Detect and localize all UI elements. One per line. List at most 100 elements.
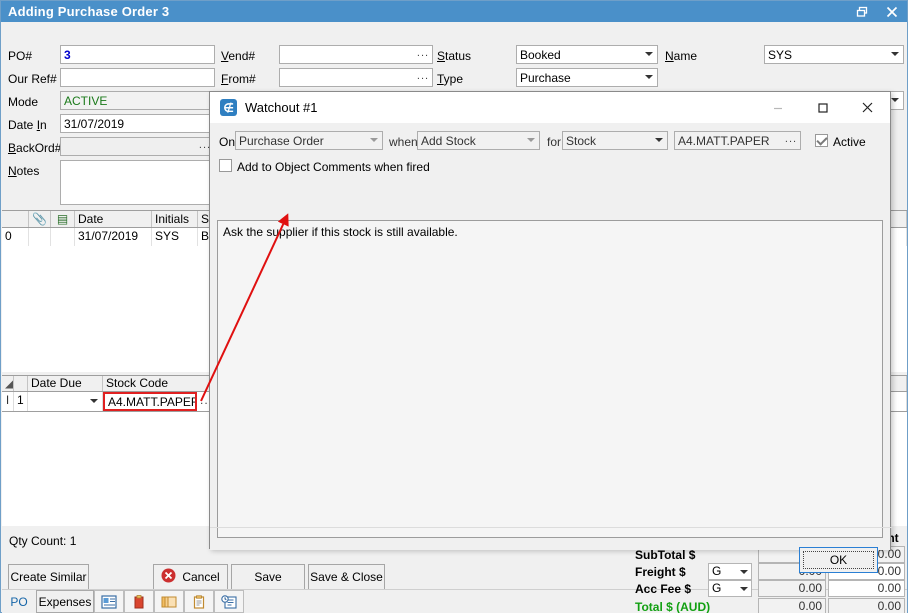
- mode-field: ACTIVE: [60, 91, 215, 110]
- date-in-field[interactable]: 31/07/2019: [60, 114, 215, 133]
- lines-col-amount[interactable]: [891, 376, 907, 391]
- label-vend-number: Vend#: [221, 49, 256, 63]
- watchout-icon: ∉: [220, 99, 237, 116]
- save-button[interactable]: Save: [231, 564, 305, 590]
- acc-fee-label: Acc Fee $: [635, 582, 692, 596]
- label-status: Status: [437, 49, 472, 63]
- label-our-ref: Our Ref#: [8, 72, 57, 86]
- total-label: Total $ (AUD): [635, 600, 711, 613]
- grid-corner-icon[interactable]: ◢: [2, 376, 14, 391]
- label-type: Type: [437, 72, 464, 86]
- when-select[interactable]: Add Stock: [417, 131, 540, 150]
- watchout-title: Watchout #1: [245, 100, 318, 115]
- cell-stock-code[interactable]: A4.MATT.PAPER: [103, 392, 197, 411]
- chevron-down-icon: [740, 587, 748, 591]
- copy-icon[interactable]: [154, 590, 184, 613]
- cancel-icon: [161, 568, 176, 586]
- object-field[interactable]: A4.MATT.PAPER ...: [674, 131, 801, 150]
- tab-expenses[interactable]: Expenses: [36, 590, 94, 613]
- cell-amount: [891, 392, 907, 411]
- on-select[interactable]: Purchase Order: [235, 131, 383, 150]
- acc-fee-tax-select[interactable]: G: [708, 580, 752, 597]
- details-icon[interactable]: [94, 590, 124, 613]
- cancel-button[interactable]: Cancel: [153, 564, 228, 590]
- label-po-number: PO#: [8, 49, 33, 63]
- label-notes: Notes: [8, 164, 40, 178]
- attachment-icon[interactable]: 📎: [29, 211, 51, 227]
- clipboard-icon[interactable]: [184, 590, 214, 613]
- add-comments-checkbox[interactable]: [219, 159, 232, 172]
- row-marker: I: [2, 392, 14, 411]
- qty-count-label: Qty Count: 1: [9, 534, 77, 548]
- active-checkbox[interactable]: [815, 134, 828, 147]
- cell-rownum: 1: [14, 392, 28, 411]
- status-select[interactable]: Booked: [516, 45, 658, 64]
- freight-label: Freight $: [635, 565, 686, 579]
- cell-attachment: [29, 228, 51, 246]
- label-mode: Mode: [8, 95, 39, 109]
- grid-col-initials[interactable]: Initials: [152, 211, 198, 227]
- maximize-icon[interactable]: [800, 92, 845, 123]
- lines-col-date-due[interactable]: Date Due: [28, 376, 103, 391]
- type-select[interactable]: Purchase: [516, 68, 658, 87]
- watchout-body: On Purchase Order when Add Stock for Sto…: [210, 123, 892, 573]
- save-and-close-button[interactable]: Save & Close: [308, 564, 385, 590]
- label-name: Name: [665, 49, 698, 63]
- notes-field[interactable]: [60, 160, 215, 205]
- clipboard-red-icon[interactable]: [124, 590, 154, 613]
- cell-rownum: 0: [2, 228, 29, 246]
- acc-fee-inc-value[interactable]: 0.00: [828, 580, 905, 597]
- on-label: On: [219, 135, 236, 149]
- cell-note: [51, 228, 75, 246]
- vend-number-field[interactable]: ...: [279, 45, 433, 64]
- for-label: for: [547, 135, 562, 149]
- page-title: Adding Purchase Order 3: [8, 4, 170, 19]
- freight-tax-select[interactable]: G: [708, 563, 752, 580]
- our-ref-field[interactable]: [60, 68, 215, 87]
- label-from-number: From#: [221, 72, 256, 86]
- application-window: Adding Purchase Order 3 PO# Our Ref# Mod…: [0, 0, 908, 613]
- label-date-in: Date In: [8, 118, 47, 132]
- chevron-down-icon: [527, 138, 535, 142]
- cell-date-due[interactable]: [28, 392, 103, 411]
- chevron-down-icon: [645, 52, 653, 56]
- label-backord: BackOrd#: [8, 141, 62, 155]
- watchout-message-textarea[interactable]: Ask the supplier if this stock is still …: [217, 220, 883, 538]
- grid-col-date[interactable]: Date: [75, 211, 152, 227]
- active-label: Active: [833, 135, 866, 149]
- total-ex-value: 0.00: [758, 598, 826, 613]
- from-ellipsis-icon[interactable]: ...: [416, 70, 430, 85]
- chevron-down-icon: [891, 52, 899, 56]
- name-select[interactable]: SYS: [764, 45, 904, 64]
- chevron-down-icon[interactable]: [90, 399, 98, 403]
- dialog-divider: [210, 527, 892, 528]
- tab-po[interactable]: PO: [2, 590, 36, 613]
- add-comments-label: Add to Object Comments when fired: [237, 160, 430, 174]
- lines-col-rownum[interactable]: [14, 376, 28, 391]
- lines-col-stock-code[interactable]: Stock Code: [103, 376, 213, 391]
- po-number-field[interactable]: 3: [60, 45, 215, 64]
- grid-col-rownum[interactable]: [2, 211, 29, 227]
- chevron-down-icon: [645, 75, 653, 79]
- create-similar-button[interactable]: Create Similar: [8, 564, 89, 590]
- acc-fee-ex-value[interactable]: 0.00: [758, 580, 826, 597]
- vend-ellipsis-icon[interactable]: ...: [416, 47, 430, 62]
- chevron-down-icon: [655, 138, 663, 142]
- ok-button[interactable]: OK: [799, 547, 878, 573]
- watchout-dialog: ∉ Watchout #1 On Purchase Order when Add…: [209, 91, 892, 573]
- minimize-icon: [755, 92, 800, 123]
- close-icon[interactable]: [845, 92, 890, 123]
- history-icon[interactable]: [214, 590, 244, 613]
- total-inc-value: 0.00: [828, 598, 905, 613]
- from-number-field[interactable]: ...: [279, 68, 433, 87]
- chevron-down-icon: [370, 138, 378, 142]
- close-icon[interactable]: [877, 1, 907, 22]
- object-ellipsis-icon[interactable]: ...: [784, 133, 798, 148]
- cell-date: 31/07/2019: [75, 228, 152, 246]
- backord-field[interactable]: ...: [60, 137, 215, 156]
- for-select[interactable]: Stock: [562, 131, 668, 150]
- main-titlebar: Adding Purchase Order 3: [1, 1, 907, 22]
- note-icon[interactable]: ▤: [51, 211, 75, 227]
- restore-icon[interactable]: [847, 1, 877, 22]
- watchout-titlebar: ∉ Watchout #1: [210, 92, 890, 123]
